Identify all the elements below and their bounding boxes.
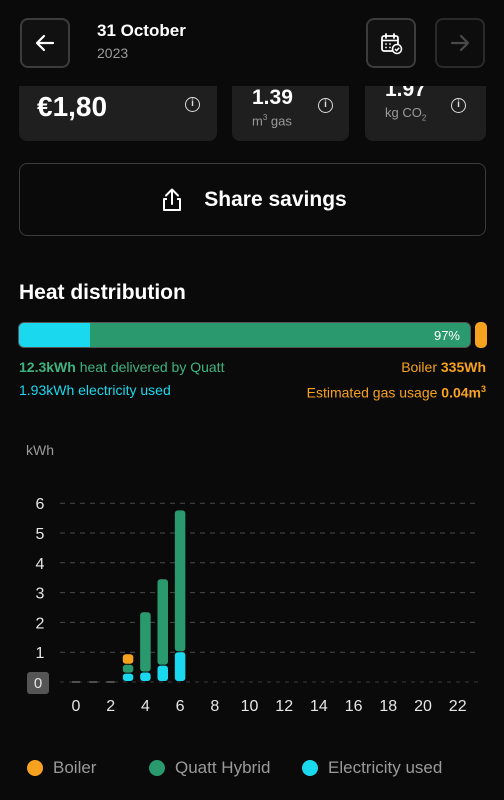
cost-card[interactable]: €1,80 i	[19, 86, 217, 141]
calendar-check-icon	[381, 33, 403, 55]
calendar-button[interactable]	[366, 18, 416, 68]
x-tick-label: 4	[141, 698, 150, 715]
co2-unit: kg CO2	[385, 105, 427, 123]
gas-usage-line: Estimated gas usage 0.04m3	[306, 384, 486, 401]
quatt-dot-icon	[149, 760, 165, 776]
heat-distribution-title: Heat distribution	[19, 281, 186, 304]
quatt-percent: 97%	[433, 328, 460, 343]
chart-legend: Boiler Quatt Hybrid Electricity used	[0, 758, 504, 782]
arrow-right-icon	[450, 34, 470, 52]
bar-electricity-used	[174, 652, 186, 681]
y-tick-label: 4	[36, 556, 45, 573]
date-year: 2023	[97, 45, 129, 61]
x-tick-label: 20	[414, 698, 432, 715]
bar-electricity-used	[157, 665, 168, 681]
gas-card[interactable]: 1.39 m3 gas i	[232, 86, 349, 141]
bar-boiler	[122, 654, 134, 664]
y-tick-label: 1	[36, 645, 45, 662]
gas-unit: m3 gas	[252, 113, 292, 129]
x-tick-label: 14	[310, 698, 328, 715]
share-savings-label: Share savings	[204, 187, 347, 211]
legend-boiler[interactable]: Boiler	[27, 758, 96, 778]
y-tick-label: 3	[36, 586, 45, 603]
electricity-dot-icon	[302, 760, 318, 776]
quatt-segment: 97%	[89, 323, 470, 347]
forward-button[interactable]	[435, 18, 485, 68]
x-tick-label: 18	[379, 698, 397, 715]
legend-quatt-hybrid[interactable]: Quatt Hybrid	[149, 758, 270, 778]
arrow-left-icon	[35, 34, 55, 52]
x-tick-label: 10	[241, 698, 259, 715]
back-button[interactable]	[20, 18, 70, 68]
co2-value: 1.97	[385, 86, 426, 101]
x-tick-label: 6	[176, 698, 185, 715]
info-icon[interactable]: i	[318, 98, 333, 113]
y-tick-label: 0	[34, 675, 42, 692]
x-tick-label: 8	[210, 698, 219, 715]
bar-quatt-hybrid	[174, 510, 186, 652]
info-icon[interactable]: i	[185, 97, 200, 112]
bar-electricity-used	[122, 673, 134, 681]
heat-distribution-bar: 97%	[18, 322, 471, 348]
boiler-segment	[475, 322, 487, 348]
share-icon	[163, 188, 182, 211]
y-tick-label: 2	[36, 615, 45, 632]
y-tick-label: 6	[36, 496, 45, 513]
y-axis-label: kWh	[26, 442, 54, 458]
date-title: 31 October	[97, 21, 186, 40]
energy-chart: kWh01234560 2 4 6 8 10 12 14 16 18 20 22	[26, 442, 480, 715]
y-tick-label: 5	[36, 526, 45, 543]
share-savings-button[interactable]: Share savings	[19, 163, 486, 236]
x-tick-label: 22	[449, 698, 467, 715]
x-tick-label: 2	[106, 698, 115, 715]
co2-card[interactable]: 1.97 kg CO2 i	[365, 86, 486, 141]
boiler-dot-icon	[27, 760, 43, 776]
info-icon[interactable]: i	[451, 98, 466, 113]
x-tick-label: 12	[275, 698, 293, 715]
cost-value: €1,80	[37, 91, 108, 122]
bar-quatt-hybrid	[157, 579, 168, 665]
quatt-heat-line: 12.3kWh heat delivered by Quatt	[19, 359, 225, 375]
boiler-line: Boiler 335Wh	[401, 359, 486, 375]
x-tick-label: 0	[72, 698, 81, 715]
bar-quatt-hybrid	[122, 664, 134, 673]
bar-electricity-used	[140, 672, 151, 681]
bar-quatt-hybrid	[140, 612, 151, 672]
electricity-segment	[19, 323, 90, 347]
x-tick-label: 16	[345, 698, 363, 715]
gas-value: 1.39	[252, 86, 293, 109]
electricity-line: 1.93kWh electricity used	[19, 382, 171, 398]
legend-electricity-used[interactable]: Electricity used	[302, 758, 442, 778]
